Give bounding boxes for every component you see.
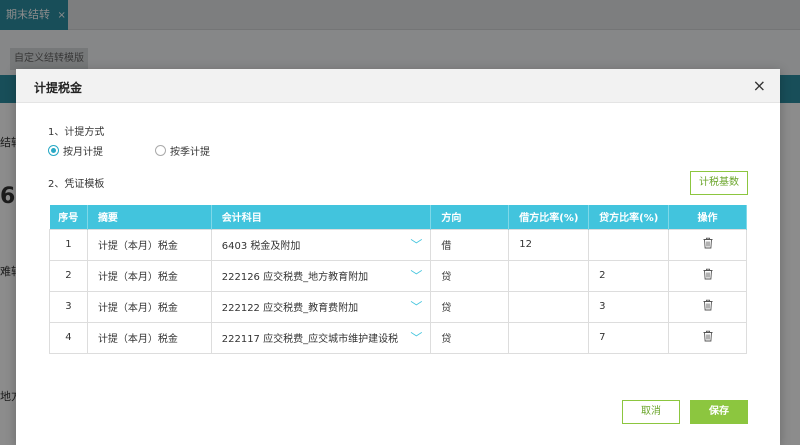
summary-cell[interactable]: 计提（本月）税金: [86, 228, 212, 261]
actions-cell: [668, 321, 747, 354]
radio-quarterly-label: 按季计提: [170, 147, 210, 158]
chevron-down-icon[interactable]: ﹀: [410, 298, 422, 315]
table-header-row: 序号 摘要 会计科目 方向 借方比率(%) 贷方比率(%) 操作: [49, 205, 747, 229]
column-header: 借方比率(%): [508, 205, 590, 229]
row-number: 3: [49, 290, 88, 323]
subject-select[interactable]: 222126 应交税费_地方教育附加 ﹀: [210, 259, 432, 292]
summary-cell[interactable]: 计提（本月）税金: [86, 290, 212, 323]
radio-checked-icon: [48, 145, 59, 156]
voucher-template-table: 序号 摘要 会计科目 方向 借方比率(%) 贷方比率(%) 操作 1 计提（本月…: [49, 205, 747, 354]
tax-base-button[interactable]: 计税基数: [690, 171, 748, 195]
radio-unchecked-icon: [155, 145, 166, 156]
row-number: 1: [49, 228, 88, 261]
column-header: 会计科目: [211, 205, 432, 229]
close-icon[interactable]: ×: [753, 76, 766, 95]
subject-select[interactable]: 222117 应交税费_应交城市维护建设税 ﹀: [210, 321, 432, 354]
column-header: 摘要: [87, 205, 212, 229]
debit-rate-cell[interactable]: [508, 290, 590, 323]
table-row: 1 计提（本月）税金 6403 税金及附加 ﹀ 借 12: [49, 228, 747, 261]
trash-icon[interactable]: [702, 330, 714, 342]
radio-monthly-label: 按月计提: [63, 147, 103, 158]
radio-monthly[interactable]: 按月计提: [48, 143, 103, 158]
credit-rate-cell[interactable]: [588, 228, 670, 261]
actions-cell: [668, 259, 747, 292]
subject-select[interactable]: 6403 税金及附加 ﹀: [210, 228, 432, 261]
cancel-button[interactable]: 取消: [622, 400, 680, 424]
column-header: 贷方比率(%): [588, 205, 670, 229]
subject-value: 6403 税金及附加: [221, 241, 301, 252]
accrual-method-label: 1、计提方式: [48, 127, 105, 138]
column-header: 操作: [668, 205, 747, 229]
chevron-down-icon[interactable]: ﹀: [410, 236, 422, 253]
subject-value: 222126 应交税费_地方教育附加: [221, 272, 369, 283]
debit-rate-cell[interactable]: 12: [508, 228, 590, 261]
chevron-down-icon[interactable]: ﹀: [410, 267, 422, 284]
accrual-method-group: 按月计提 按季计提: [48, 143, 262, 158]
trash-icon[interactable]: [702, 268, 714, 280]
subject-value: 222122 应交税费_教育费附加: [221, 303, 359, 314]
dialog-title: 计提税金: [34, 81, 83, 95]
credit-rate-cell[interactable]: 7: [588, 321, 670, 354]
direction-cell[interactable]: 贷: [430, 290, 510, 323]
column-header: 序号: [49, 205, 88, 229]
trash-icon[interactable]: [702, 237, 714, 249]
debit-rate-cell[interactable]: [508, 321, 590, 354]
row-number: 4: [49, 321, 88, 354]
subject-value: 222117 应交税费_应交城市维护建设税: [221, 334, 399, 345]
direction-cell[interactable]: 贷: [430, 259, 510, 292]
dialog-header: 计提税金 ×: [16, 69, 780, 103]
actions-cell: [668, 290, 747, 323]
table-row: 2 计提（本月）税金 222126 应交税费_地方教育附加 ﹀ 贷 2: [49, 259, 747, 292]
credit-rate-cell[interactable]: 3: [588, 290, 670, 323]
table-row: 3 计提（本月）税金 222122 应交税费_教育费附加 ﹀ 贷 3: [49, 290, 747, 323]
chevron-down-icon[interactable]: ﹀: [410, 329, 422, 346]
summary-cell[interactable]: 计提（本月）税金: [86, 259, 212, 292]
radio-quarterly[interactable]: 按季计提: [155, 143, 210, 158]
tax-accrual-dialog: 计提税金 × 1、计提方式 按月计提 按季计提 2、凭证模板 计税基数 序号 摘: [16, 69, 780, 445]
direction-cell[interactable]: 贷: [430, 321, 510, 354]
direction-cell[interactable]: 借: [430, 228, 510, 261]
actions-cell: [668, 228, 747, 261]
debit-rate-cell[interactable]: [508, 259, 590, 292]
column-header: 方向: [430, 205, 510, 229]
row-number: 2: [49, 259, 88, 292]
voucher-template-label: 2、凭证模板: [48, 179, 105, 190]
credit-rate-cell[interactable]: 2: [588, 259, 670, 292]
table-row: 4 计提（本月）税金 222117 应交税费_应交城市维护建设税 ﹀ 贷 7: [49, 321, 747, 354]
trash-icon[interactable]: [702, 299, 714, 311]
subject-select[interactable]: 222122 应交税费_教育费附加 ﹀: [210, 290, 432, 323]
summary-cell[interactable]: 计提（本月）税金: [86, 321, 212, 354]
save-button[interactable]: 保存: [690, 400, 748, 424]
